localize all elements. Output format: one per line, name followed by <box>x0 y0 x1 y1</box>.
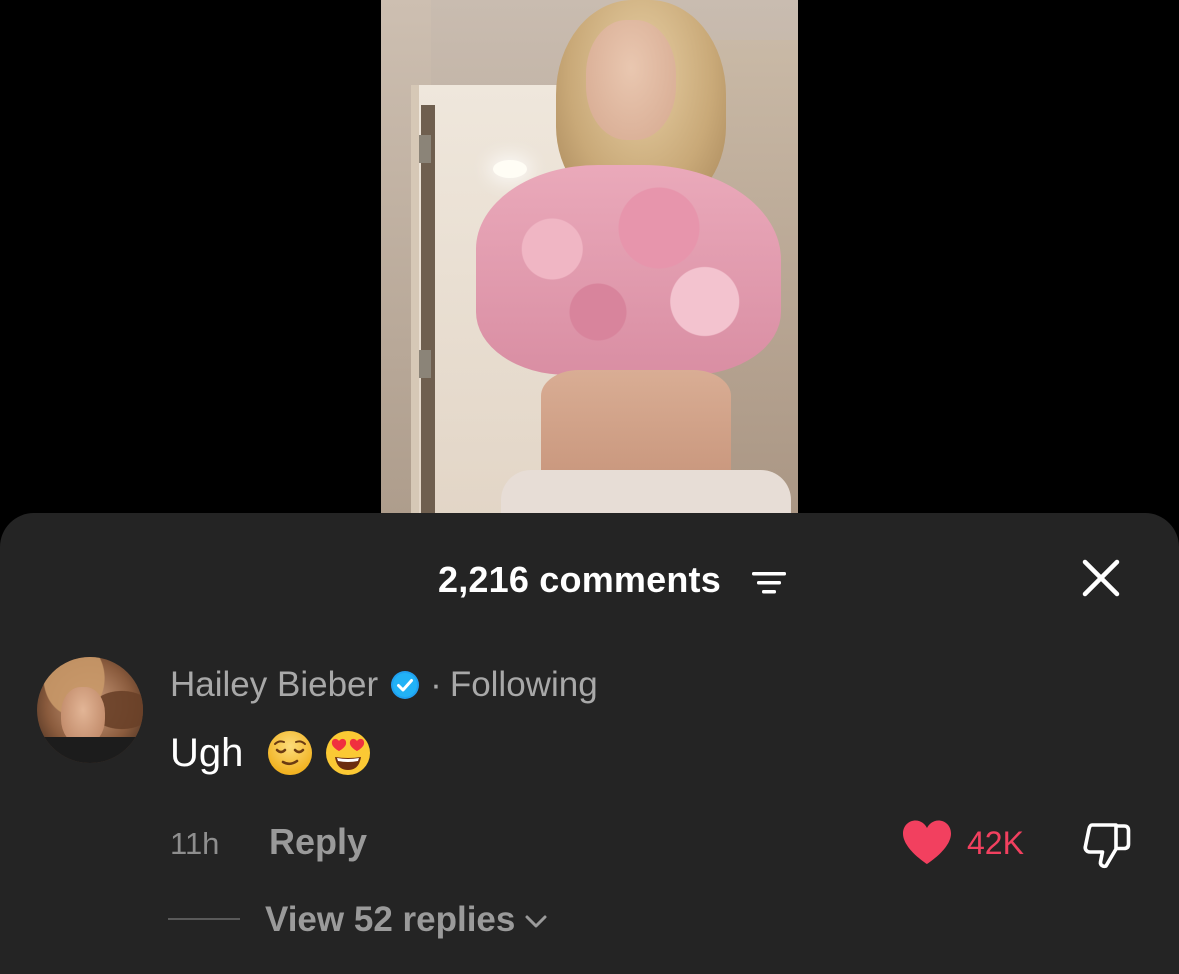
comments-header: 2,216 comments <box>0 553 1179 603</box>
avatar-jacket <box>37 737 143 763</box>
verified-badge-icon <box>391 671 420 699</box>
filter-icon[interactable] <box>748 563 790 603</box>
comment-time: 11h <box>170 826 220 861</box>
comment-body: Ugh <box>170 727 373 779</box>
comment-author-row: Hailey Bieber · Following <box>170 663 598 707</box>
heart-eyes-emoji <box>326 731 371 775</box>
video-door-hinge <box>419 350 431 378</box>
replies-divider <box>168 918 240 920</box>
reply-button[interactable]: Reply <box>269 821 367 863</box>
thumbs-down-icon[interactable] <box>1080 817 1136 873</box>
like-count: 42K <box>967 825 1024 861</box>
video-person-hoodie <box>476 165 781 375</box>
video-ceiling-light <box>493 160 527 178</box>
video-player[interactable] <box>381 0 798 530</box>
video-door-frame <box>421 105 435 525</box>
heart-icon[interactable] <box>900 818 954 868</box>
tiktok-comments-screen: 2,216 comments Hailey Bieber · Following… <box>0 0 1179 974</box>
chevron-down-icon <box>525 915 547 928</box>
video-person-face <box>586 20 676 140</box>
comment-text: Ugh <box>170 730 244 775</box>
view-replies-label[interactable]: View 52 replies <box>265 900 515 940</box>
video-door-hinge <box>419 135 431 163</box>
comments-sheet: 2,216 comments Hailey Bieber · Following… <box>0 513 1179 974</box>
comment-username[interactable]: Hailey Bieber <box>170 665 378 705</box>
comment-count-title: 2,216 comments <box>438 559 721 600</box>
avatar[interactable] <box>37 657 143 763</box>
view-replies-button[interactable]: View 52 replies <box>265 898 549 942</box>
separator-dot: · <box>430 665 442 704</box>
following-label: Following <box>449 665 598 704</box>
close-icon[interactable] <box>1078 555 1124 601</box>
relieved-face-emoji <box>268 731 313 775</box>
